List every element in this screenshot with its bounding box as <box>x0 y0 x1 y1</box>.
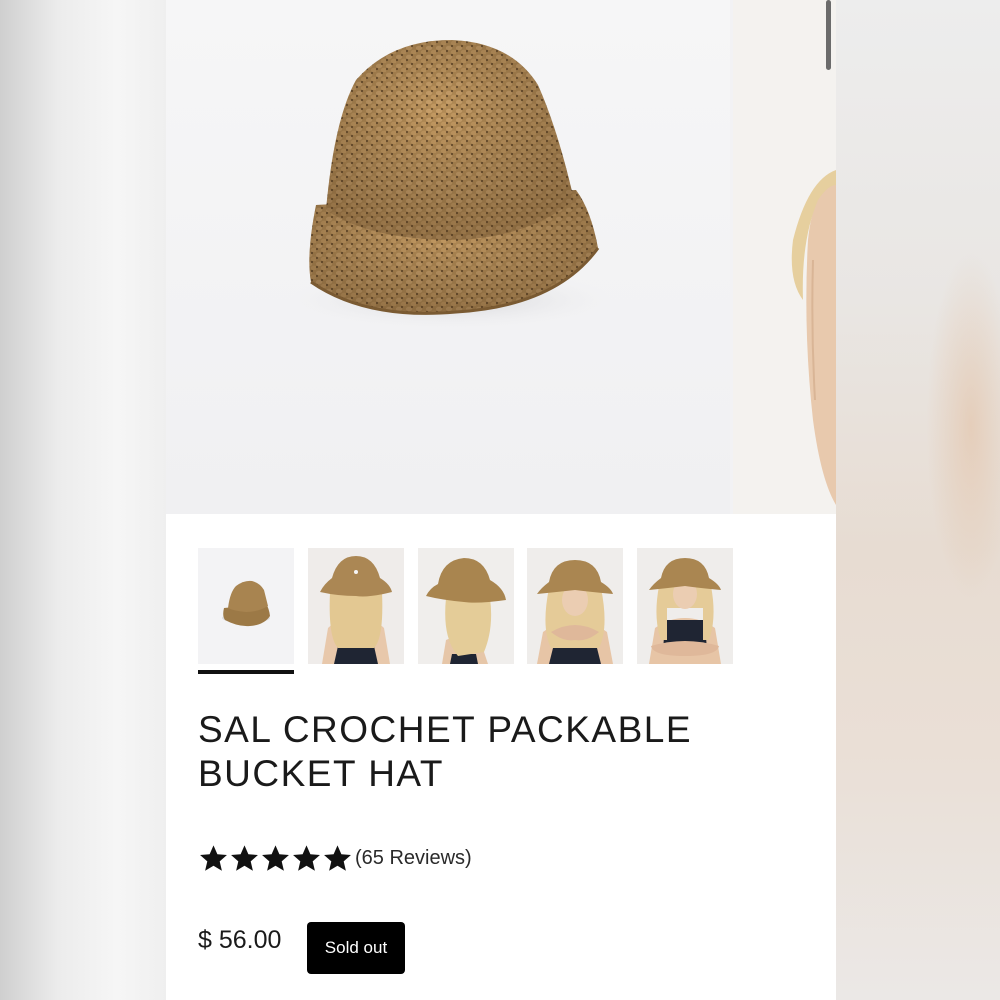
blurred-backdrop-left <box>0 0 166 1000</box>
product-title-line-1: SAL CROCHET PACKABLE <box>198 709 693 750</box>
main-product-image[interactable] <box>166 0 730 514</box>
next-product-image-peek[interactable] <box>733 0 836 514</box>
star-icon <box>293 844 320 871</box>
thumbnail-image <box>418 548 514 664</box>
product-page: SAL CROCHET PACKABLE BUCKET HAT (65 Revi… <box>166 0 836 1000</box>
star-icon <box>262 844 289 871</box>
thumbnail-model-front-arms-folded[interactable] <box>637 548 733 664</box>
selected-thumbnail-indicator <box>198 670 294 674</box>
scrollbar[interactable] <box>826 0 831 70</box>
thumbnail-image <box>637 548 733 664</box>
model-image-peek <box>733 0 836 514</box>
thumbnail-hat-product-shot[interactable] <box>198 548 294 664</box>
thumbnail-strip <box>198 548 738 678</box>
thumbnail-image <box>308 548 404 664</box>
star-rating <box>198 843 353 874</box>
product-price: $ 56.00 <box>198 926 282 954</box>
thumbnail-model-back-view[interactable] <box>308 548 404 664</box>
reviews-count-link[interactable]: (65 Reviews) <box>355 847 472 870</box>
product-rating[interactable]: (65 Reviews) <box>198 842 472 874</box>
product-title-line-2: BUCKET HAT <box>198 753 444 794</box>
product-image-carousel[interactable] <box>166 0 836 514</box>
sold-out-button[interactable]: Sold out <box>307 922 405 974</box>
thumbnail-image <box>198 548 294 664</box>
bucket-hat-image <box>281 40 621 330</box>
star-icon <box>324 844 351 871</box>
thumbnail-model-front-arms-crossed[interactable] <box>527 548 623 664</box>
product-title: SAL CROCHET PACKABLE BUCKET HAT <box>198 708 758 796</box>
star-icon <box>200 844 227 871</box>
thumbnail-model-side-view[interactable] <box>418 548 514 664</box>
star-icon <box>231 844 258 871</box>
blurred-backdrop-right <box>836 0 1000 1000</box>
thumbnail-image <box>527 548 623 664</box>
